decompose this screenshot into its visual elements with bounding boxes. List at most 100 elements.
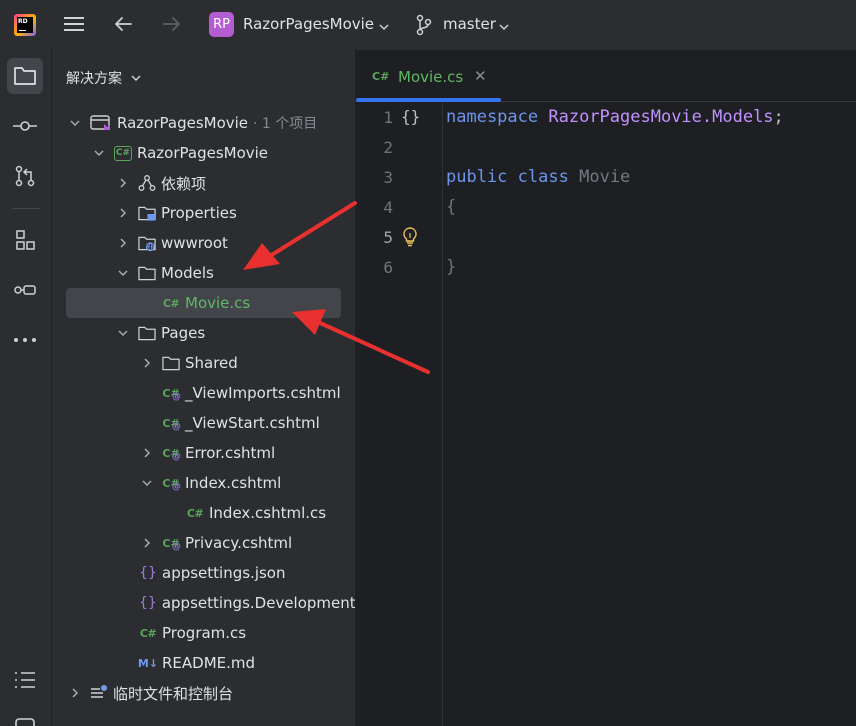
chevron-down-icon[interactable] — [116, 266, 130, 280]
todo-list-icon[interactable] — [7, 662, 43, 698]
tree-item-index-cs[interactable]: C# Index.cshtml.cs — [52, 498, 355, 528]
branch-name[interactable]: master — [443, 15, 496, 33]
forward-arrow-icon[interactable] — [160, 12, 184, 36]
tree-item-appsettings-dev[interactable]: {} appsettings.Development.json — [52, 588, 355, 618]
dependencies-icon — [138, 174, 156, 192]
line-number: 6 — [383, 258, 393, 277]
cshtml-file-icon: C# @ — [162, 416, 181, 433]
tree-item-error[interactable]: C# @ Error.cshtml — [52, 438, 355, 468]
tree-item-label: Privacy.cshtml — [185, 534, 293, 552]
keyword: namespace — [446, 107, 539, 127]
tree-item-index[interactable]: C# @ Index.cshtml — [52, 468, 355, 498]
chevron-down-icon[interactable] — [498, 18, 510, 37]
tree-item-label: Index.cshtml.cs — [209, 504, 327, 522]
chevron-right-icon[interactable] — [140, 446, 154, 460]
panel-header[interactable]: 解决方案 — [66, 68, 142, 88]
gutter-separator — [442, 102, 443, 726]
chevron-right-icon[interactable] — [68, 686, 82, 700]
tree-item-scratches[interactable]: 临时文件和控制台 — [52, 678, 355, 708]
csharp-file-icon: C# — [139, 626, 157, 640]
panel-title: 解决方案 — [66, 71, 122, 87]
chevron-right-icon[interactable] — [116, 236, 130, 250]
tree-item-privacy[interactable]: C# @ Privacy.cshtml — [52, 528, 355, 558]
markdown-file-icon: M↓ — [137, 656, 159, 670]
tree-item-wwwroot[interactable]: wwwroot — [52, 228, 355, 258]
chevron-down-icon[interactable] — [378, 18, 390, 37]
tree-item-label: appsettings.Development.json — [161, 594, 355, 612]
tree-item-program[interactable]: C# Program.cs — [52, 618, 355, 648]
folder-icon — [138, 264, 156, 282]
chevron-down-icon — [131, 75, 141, 82]
json-file-icon: {} — [139, 595, 157, 611]
tree-item-label: wwwroot — [161, 234, 228, 252]
line-number: 3 — [383, 168, 393, 187]
close-icon[interactable]: ✕ — [474, 67, 487, 85]
namespace-marker-icon[interactable]: {} — [401, 107, 420, 126]
tree-item-label: _ViewImports.cshtml — [185, 384, 341, 402]
tree-item-solution[interactable]: RazorPagesMovie · 1 个项目 — [52, 108, 355, 138]
back-arrow-icon[interactable] — [111, 12, 135, 36]
line-number: 2 — [383, 138, 393, 157]
web-folder-icon — [138, 234, 156, 252]
tree-item-viewimports[interactable]: C# @ _ViewImports.cshtml — [52, 378, 355, 408]
tree-item-shared[interactable]: Shared — [52, 348, 355, 378]
chevron-down-icon[interactable] — [140, 476, 154, 490]
chevron-down-icon[interactable] — [116, 326, 130, 340]
main-menu-icon[interactable] — [62, 13, 86, 37]
chevron-right-icon[interactable] — [116, 206, 130, 220]
tree-item-label: Pages — [161, 324, 206, 342]
rider-logo-icon[interactable]: RD — [14, 14, 36, 36]
terminal-icon[interactable] — [7, 706, 43, 726]
tree-item-label: RazorPagesMovie — [117, 114, 249, 132]
tree-item-label: Error.cshtml — [185, 444, 276, 462]
code-line-3[interactable]: public class Movie — [446, 167, 630, 187]
tab-movie-cs[interactable]: C# Movie.cs ✕ — [355, 50, 501, 102]
tree-item-models[interactable]: Models — [52, 258, 355, 288]
tree-item-label: Movie.cs — [185, 294, 251, 312]
solution-icon — [90, 114, 112, 132]
code-line-4[interactable]: { — [446, 197, 456, 217]
line-number: 5 — [383, 228, 393, 247]
tree-item-movie-cs[interactable]: C# Movie.cs — [66, 288, 341, 318]
csharp-project-icon: C# — [114, 145, 132, 161]
chevron-down-icon[interactable] — [68, 116, 82, 130]
folder-icon[interactable] — [7, 58, 43, 94]
tree-item-label: appsettings.json — [162, 564, 286, 582]
code-line-1[interactable]: namespace RazorPagesMovie.Models; — [446, 107, 784, 127]
tree-item-project[interactable]: C# RazorPagesMovie — [52, 138, 355, 168]
solution-explorer-panel: 解决方案 RazorPagesMovie · 1 个项目 C# RazorPag… — [52, 50, 355, 726]
tool-window-strip — [0, 50, 52, 726]
tree-item-dependencies[interactable]: 依赖项 — [52, 168, 355, 198]
project-badge[interactable]: RP — [209, 12, 234, 37]
properties-folder-icon — [138, 204, 156, 222]
chevron-right-icon[interactable] — [140, 356, 154, 370]
chevron-right-icon[interactable] — [116, 176, 130, 190]
tree-item-viewstart[interactable]: C# @ _ViewStart.cshtml — [52, 408, 355, 438]
class-name: Movie — [579, 167, 631, 187]
tab-label: Movie.cs — [398, 68, 464, 86]
json-file-icon: {} — [139, 565, 157, 581]
tree-item-readme[interactable]: M↓ README.md — [52, 648, 355, 678]
cshtml-file-icon: C# @ — [162, 536, 181, 553]
structure-icon[interactable] — [7, 222, 43, 258]
project-name[interactable]: RazorPagesMovie — [243, 15, 374, 33]
tree-item-properties[interactable]: Properties — [52, 198, 355, 228]
tree-item-label: 依赖项 — [161, 174, 207, 193]
tree-item-label: 临时文件和控制台 — [113, 684, 234, 703]
code-line-6[interactable]: } — [446, 257, 456, 277]
tree-item-label: Models — [161, 264, 214, 282]
git-branch-icon[interactable] — [414, 14, 434, 40]
tree-item-appsettings[interactable]: {} appsettings.json — [52, 558, 355, 588]
pull-request-icon[interactable] — [7, 158, 43, 194]
folder-icon — [138, 324, 156, 342]
tree-item-label: README.md — [162, 654, 256, 672]
commit-icon[interactable] — [7, 108, 43, 144]
tree-item-pages[interactable]: Pages — [52, 318, 355, 348]
chevron-right-icon[interactable] — [140, 536, 154, 550]
more-icon[interactable] — [7, 322, 43, 358]
line-number: 4 — [383, 198, 393, 217]
chevron-down-icon[interactable] — [92, 146, 106, 160]
code-editor: C# Movie.cs ✕ 1 2 3 4 5 6 {} namespace R… — [355, 50, 856, 726]
services-icon[interactable] — [7, 272, 43, 308]
lightbulb-icon[interactable] — [402, 227, 418, 251]
